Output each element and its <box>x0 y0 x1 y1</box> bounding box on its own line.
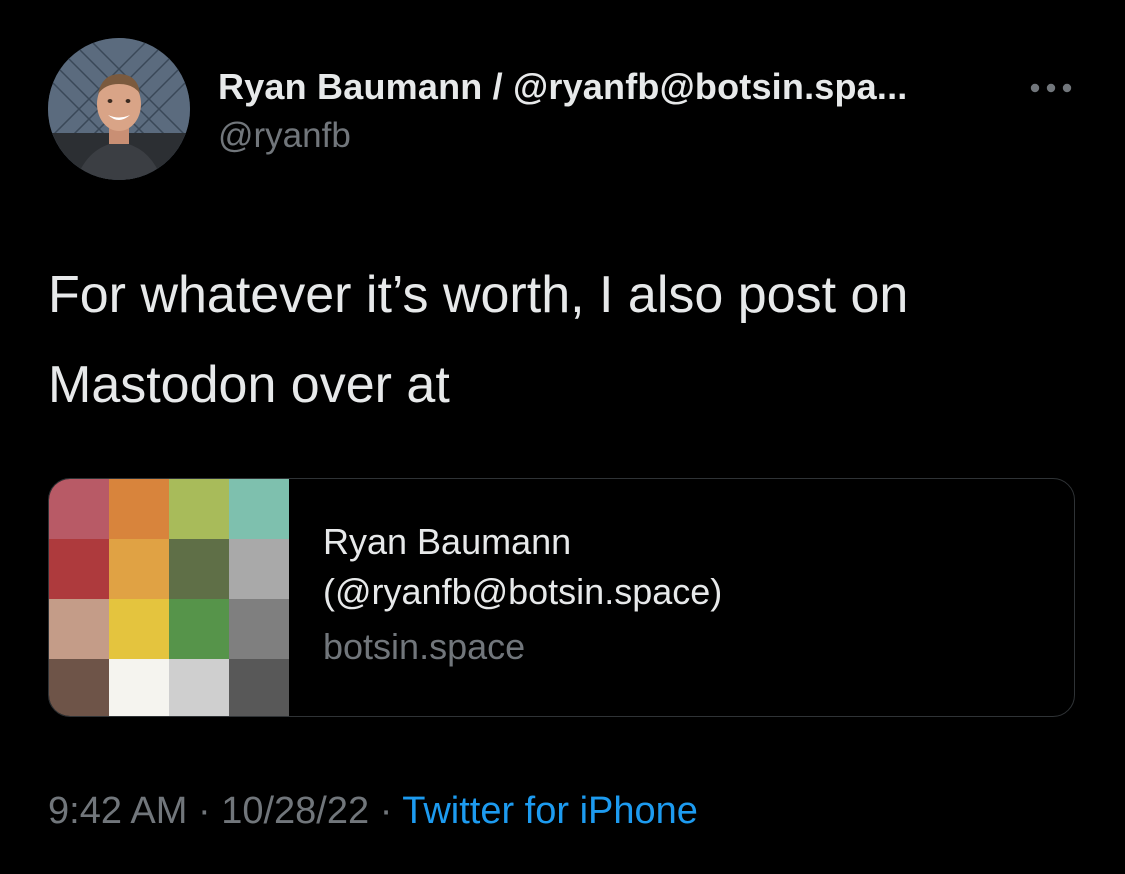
author-handle[interactable]: @ryanfb <box>218 116 351 156</box>
card-thumbnail <box>49 479 289 716</box>
card-domain: botsin.space <box>323 626 526 667</box>
thumbnail-cell <box>169 539 229 599</box>
meta-separator: · <box>197 790 211 832</box>
link-preview-card[interactable]: Ryan Baumann (@ryanfb@botsin.space) botsi… <box>48 478 1075 717</box>
thumbnail-cell <box>229 599 289 659</box>
card-title-line-2: (@ryanfb@botsin.space) <box>323 571 723 612</box>
thumbnail-cell <box>169 599 229 659</box>
thumbnail-cell <box>109 539 169 599</box>
meta-separator: · <box>379 790 393 832</box>
tweet-text-line-2: Mastodon over at <box>48 356 450 414</box>
tweet-source-link[interactable]: Twitter for iPhone <box>402 790 698 832</box>
card-title-line-1: Ryan Baumann <box>323 521 572 562</box>
thumbnail-cell <box>229 659 289 716</box>
thumbnail-cell <box>109 659 169 716</box>
thumbnail-cell <box>169 659 229 716</box>
thumbnail-cell <box>49 539 109 599</box>
avatar-photo <box>48 38 190 180</box>
thumbnail-cell <box>169 479 229 539</box>
thumbnail-cell <box>109 479 169 539</box>
thumbnail-cell <box>49 659 109 716</box>
thumbnail-cell <box>49 479 109 539</box>
tweet-text-line-1: For whatever it’s worth, I also post on <box>48 266 909 324</box>
tweet-text: For whatever it’s worth, I also post on M… <box>48 250 1088 430</box>
card-title: Ryan Baumann (@ryanfb@botsin.space) <box>323 517 1043 617</box>
tweet-date: 10/28/22 <box>221 790 370 832</box>
avatar[interactable] <box>48 38 190 180</box>
tweet-time: 9:42 AM <box>48 790 188 832</box>
thumbnail-cell <box>49 599 109 659</box>
thumbnail-cell <box>229 479 289 539</box>
thumbnail-cell <box>229 539 289 599</box>
author-display-name[interactable]: Ryan Baumann / @ryanfb@botsin.spa... <box>218 66 908 108</box>
tweet-metadata: 9:42 AM · 10/28/22 · Twitter for iPhone <box>48 790 698 833</box>
thumbnail-cell <box>109 599 169 659</box>
more-horizontal-icon[interactable] <box>1028 80 1074 96</box>
